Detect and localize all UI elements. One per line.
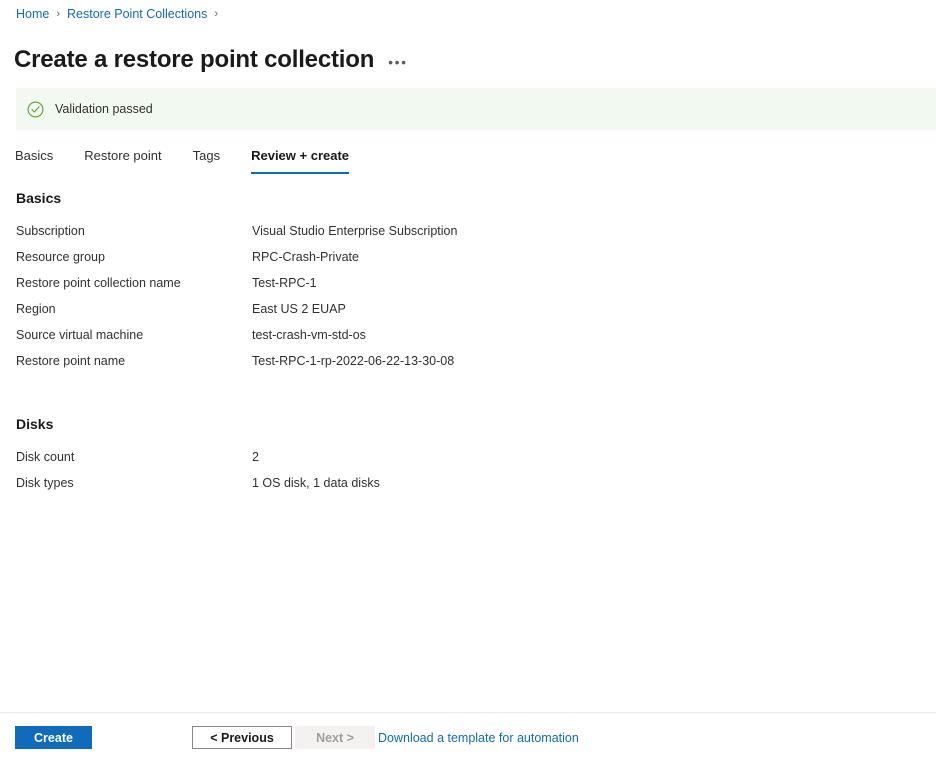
section-heading-basics: Basics [16, 190, 62, 206]
breadcrumb-separator-icon: › [56, 8, 61, 20]
check-circle-icon [27, 100, 44, 118]
row-label-source-vm: Source virtual machine [16, 328, 144, 342]
tab-basics[interactable]: Basics [15, 145, 53, 174]
table-row: Restore point name Test-RPC-1-rp-2022-06… [16, 352, 936, 378]
previous-button[interactable]: < Previous [192, 726, 292, 749]
page-header: Create a restore point collection ••• [14, 28, 408, 92]
tab-review-create[interactable]: Review + create [251, 145, 349, 174]
next-button: Next > [295, 726, 375, 749]
tab-restore-point[interactable]: Restore point [84, 145, 161, 174]
breadcrumb-item-home[interactable]: Home [16, 6, 49, 22]
table-row: Subscription Visual Studio Enterprise Su… [16, 222, 936, 248]
row-value-source-vm: test-crash-vm-std-os [252, 328, 366, 342]
row-label-region: Region [16, 302, 56, 316]
wizard-tabs: Basics Restore point Tags Review + creat… [15, 145, 349, 174]
basics-summary-table: Subscription Visual Studio Enterprise Su… [0, 222, 936, 378]
breadcrumb-item-restore-point-collections[interactable]: Restore Point Collections [67, 6, 207, 22]
validation-status-text: Validation passed [55, 102, 153, 116]
create-button[interactable]: Create [15, 726, 92, 749]
row-value-disk-count: 2 [252, 450, 259, 464]
section-heading-disks: Disks [16, 416, 54, 432]
wizard-footer: Create < Previous Next > Download a temp… [0, 713, 936, 762]
table-row: Region East US 2 EUAP [16, 300, 936, 326]
row-label-restore-point-name: Restore point name [16, 354, 126, 368]
row-label-disk-types: Disk types [16, 476, 74, 490]
row-value-disk-types: 1 OS disk, 1 data disks [252, 476, 380, 490]
table-row: Source virtual machine test-crash-vm-std… [16, 326, 936, 352]
review-content: Basics Subscription Visual Studio Enterp… [0, 188, 936, 500]
row-label-disk-count: Disk count [16, 450, 75, 464]
row-value-resource-group: RPC-Crash-Private [252, 250, 359, 264]
validation-banner: Validation passed [16, 88, 936, 130]
breadcrumb: Home › Restore Point Collections › [16, 6, 225, 22]
row-label-collection-name: Restore point collection name [16, 276, 181, 290]
row-value-subscription: Visual Studio Enterprise Subscription [252, 224, 458, 238]
row-label-resource-group: Resource group [16, 250, 105, 264]
row-label-subscription: Subscription [16, 224, 85, 238]
section-basics: Basics Subscription Visual Studio Enterp… [0, 188, 936, 378]
section-disks: Disks Disk count 2 Disk types 1 OS disk,… [0, 414, 936, 500]
tab-tags[interactable]: Tags [193, 145, 220, 174]
row-value-region: East US 2 EUAP [252, 302, 346, 316]
table-row: Resource group RPC-Crash-Private [16, 248, 936, 274]
row-value-restore-point-name: Test-RPC-1-rp-2022-06-22-13-30-08 [252, 354, 455, 368]
table-row: Disk types 1 OS disk, 1 data disks [16, 474, 936, 500]
row-value-collection-name: Test-RPC-1 [252, 276, 317, 290]
page-title: Create a restore point collection [14, 46, 375, 74]
disks-summary-table: Disk count 2 Disk types 1 OS disk, 1 dat… [0, 448, 936, 500]
breadcrumb-separator-icon: › [214, 8, 219, 20]
table-row: Restore point collection name Test-RPC-1 [16, 274, 936, 300]
more-options-icon[interactable]: ••• [388, 46, 408, 78]
table-row: Disk count 2 [16, 448, 936, 474]
download-template-link[interactable]: Download a template for automation [378, 729, 579, 747]
